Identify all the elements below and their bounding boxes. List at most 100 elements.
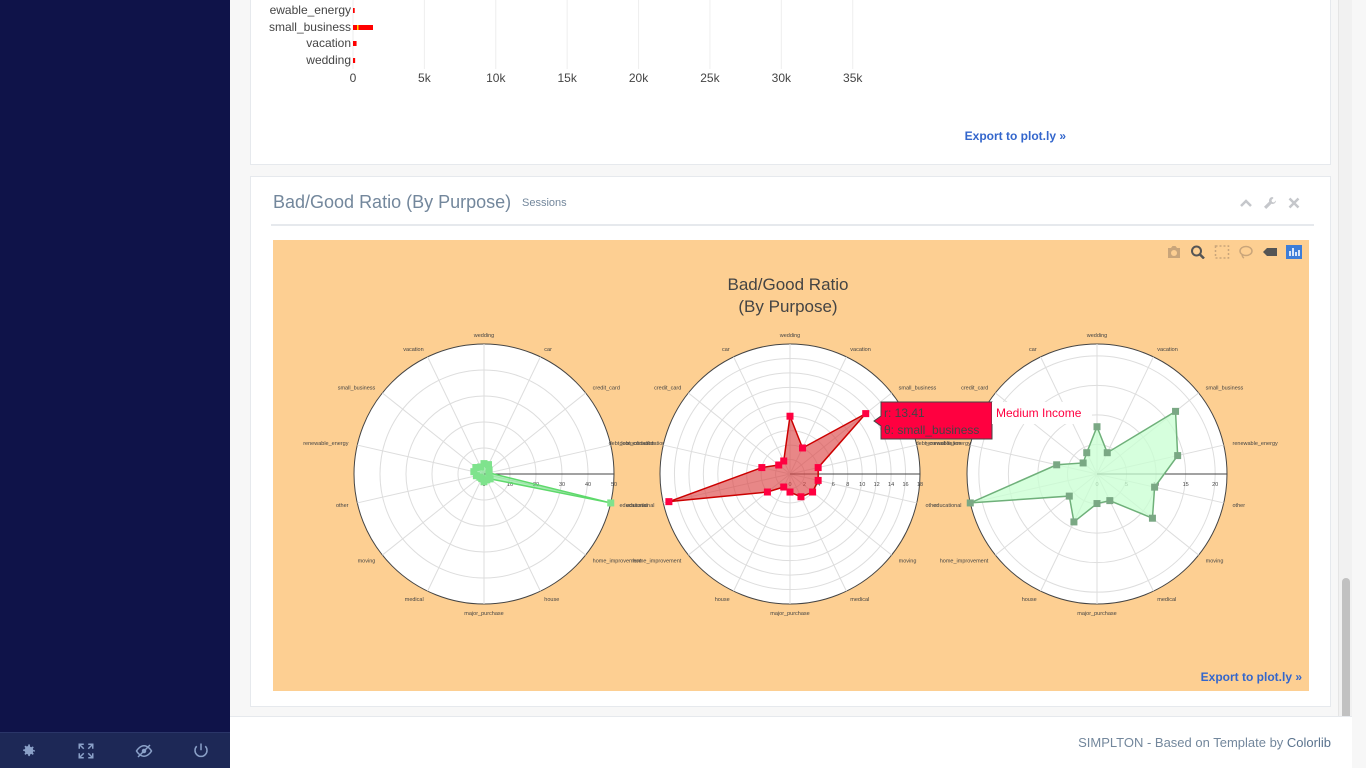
data-marker: [1174, 452, 1182, 460]
data-marker: [814, 464, 822, 472]
data-marker: [1079, 459, 1087, 467]
x-tick-label: 10k: [486, 71, 506, 85]
angular-label: medical: [405, 597, 424, 603]
angular-label: car: [544, 347, 552, 353]
data-marker: [477, 463, 485, 471]
polar-chart: wedding vacation small_business renewable_e…: [916, 333, 1278, 617]
tooltip-r-value: r: 13.41: [884, 406, 925, 420]
data-marker: [607, 499, 615, 507]
radial-tick-label: 10: [859, 482, 865, 488]
logout-button[interactable]: [173, 733, 231, 768]
angular-label: car: [722, 347, 730, 353]
data-marker: [799, 444, 807, 452]
angular-label: medical: [850, 597, 869, 603]
radial-tick-label: 15: [1183, 482, 1189, 488]
chart-title: Bad/Good Ratio: [728, 275, 849, 294]
export-plotly-link[interactable]: Export to plot.ly »: [1201, 670, 1302, 684]
export-plotly-link-top[interactable]: Export to plot.ly »: [965, 129, 1066, 143]
radial-tick-label: 50: [611, 482, 617, 488]
chevron-up-icon: [1240, 199, 1252, 207]
angular-label: renewable_energy: [303, 441, 349, 447]
data-marker: [1172, 407, 1180, 415]
panel-subtitle: Sessions: [522, 197, 567, 209]
gear-icon: [22, 743, 35, 756]
angular-label: small_business: [1206, 385, 1244, 391]
angular-label: house: [715, 597, 730, 603]
close-panel-button[interactable]: [1286, 195, 1302, 211]
data-marker: [1093, 500, 1101, 508]
angular-label: educational: [626, 503, 654, 509]
angular-label: debt_consolidation: [916, 441, 962, 447]
x-tick-label: 25k: [700, 71, 720, 85]
angular-label: home_improvement: [633, 559, 682, 565]
data-marker: [485, 469, 493, 477]
polar-chart: weddingvacationsmall_businessrenewable_e…: [609, 333, 971, 617]
sidebar: [0, 0, 230, 768]
radial-tick-label: 12: [874, 482, 880, 488]
fullscreen-button[interactable]: [58, 733, 116, 768]
radial-tick-label: 14: [888, 482, 894, 488]
settings-button[interactable]: [0, 733, 58, 768]
x-tick-label: 35k: [843, 71, 863, 85]
lock-button[interactable]: [115, 733, 173, 768]
purpose-bar-chart: 0 5k 10k 15k 20k 25k 30k 35k ewable_energy small_…: [269, 0, 863, 85]
radial-tick-label: 16: [902, 482, 908, 488]
angular-label: major_purchase: [1077, 611, 1116, 617]
angular-label: renewable_energy: [1233, 441, 1279, 447]
data-marker: [786, 488, 794, 496]
chart-subtitle: (By Purpose): [738, 297, 837, 316]
data-marker: [1106, 497, 1114, 505]
angular-label: small_business: [899, 385, 937, 391]
bar: [357, 25, 359, 30]
polar-chart: wedding car credit_card debt_consolidatione…: [303, 333, 665, 617]
radial-tick-label: 40: [585, 482, 591, 488]
collapse-button[interactable]: [1238, 195, 1254, 211]
bar: [353, 58, 356, 63]
data-marker: [1053, 461, 1061, 469]
radial-tick-label: 30: [559, 482, 565, 488]
eye-slash-icon: [135, 743, 153, 758]
page-scrollbar[interactable]: [1338, 0, 1352, 768]
angular-label: other: [336, 503, 349, 509]
data-marker: [1065, 492, 1073, 500]
radial-tick-label: 20: [1212, 482, 1218, 488]
footer-text: SIMPLTON - Based on Template by Colorlib: [1078, 735, 1331, 750]
polar-plot-area[interactable]: Bad/Good Ratio (By Purpose) wedding car cred…: [273, 240, 1309, 691]
x-tick-label: 30k: [772, 71, 792, 85]
data-marker: [1148, 514, 1156, 522]
angular-label: major_purchase: [464, 611, 503, 617]
x-tick-label: 5k: [418, 71, 432, 85]
data-marker: [1070, 518, 1078, 526]
footer-credit: SIMPLTON - Based on Template by: [1078, 735, 1287, 750]
angular-label: moving: [358, 559, 376, 565]
angular-label: home_improvement: [940, 559, 989, 565]
x-tick-label: 20k: [629, 71, 649, 85]
data-marker: [665, 498, 673, 506]
angular-label: moving: [899, 559, 917, 565]
angular-label: credit_card: [593, 385, 620, 391]
angular-label: vacation: [1157, 347, 1178, 353]
radial-tick-label: 8: [846, 482, 849, 488]
sidebar-footer: [0, 732, 230, 768]
panel-divider: [271, 224, 1314, 226]
x-tick-label: 0: [350, 71, 357, 85]
angular-label: small_business: [338, 385, 376, 391]
panel-title: Bad/Good Ratio (By Purpose): [273, 192, 512, 212]
angular-label: educational: [933, 503, 961, 509]
close-icon: [1288, 197, 1300, 209]
bar: [353, 8, 355, 13]
purpose-bar-panel: 0 5k 10k 15k 20k 25k 30k 35k ewable_energy small_…: [250, 0, 1331, 165]
tooltip-theta-value: θ: small_business: [884, 423, 979, 437]
angular-label: wedding: [1086, 333, 1108, 339]
colorlib-link[interactable]: Colorlib: [1287, 735, 1331, 750]
data-marker: [797, 493, 805, 501]
settings-tool-button[interactable]: [1262, 195, 1278, 211]
angular-label: other: [1233, 503, 1246, 509]
angular-label: debt_consolidation: [609, 441, 655, 447]
angular-label: moving: [1206, 559, 1224, 565]
x-tick-label: 15k: [557, 71, 577, 85]
data-marker: [1151, 483, 1159, 491]
bar: [353, 41, 357, 46]
data-marker: [1103, 449, 1111, 457]
data-marker: [809, 488, 817, 496]
